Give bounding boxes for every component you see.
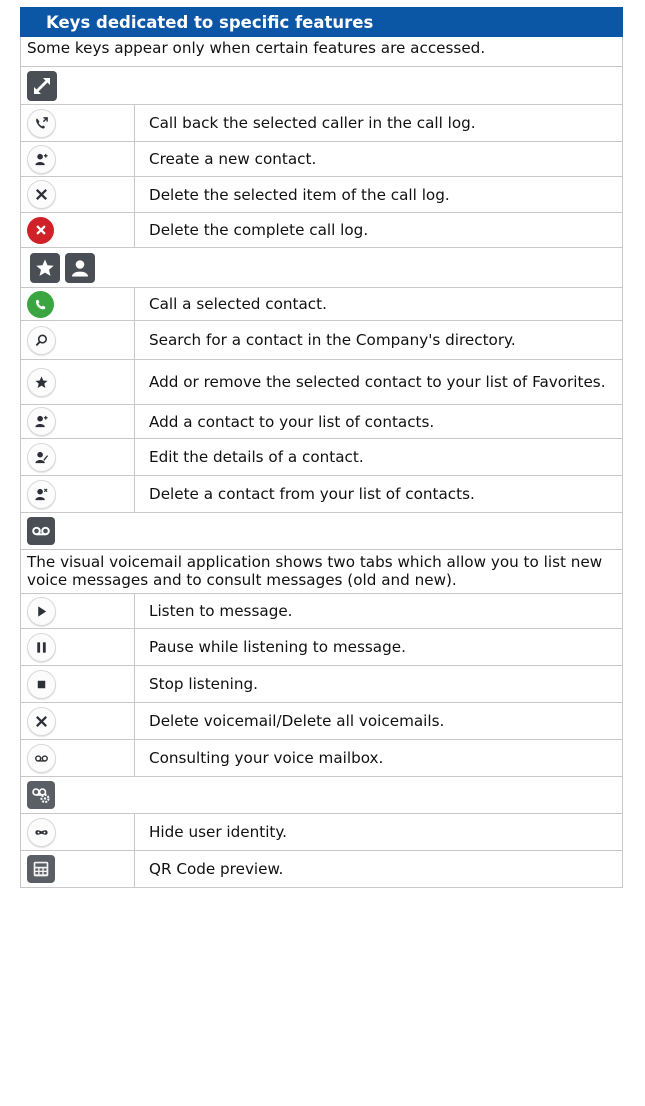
- row-text: Hide user identity.: [149, 823, 288, 841]
- icon-cell: [21, 321, 135, 359]
- delete-icon[interactable]: [27, 180, 56, 209]
- icon-cell: [21, 666, 135, 702]
- table-row: Create a new contact.: [20, 142, 623, 177]
- search-icon[interactable]: [27, 325, 56, 355]
- settings-section-row: [20, 777, 623, 814]
- table-row: Delete a contact from your list of conta…: [20, 476, 623, 513]
- icon-cell: [21, 360, 135, 404]
- pause-icon[interactable]: [27, 632, 56, 662]
- intro-text: Some keys appear only when certain featu…: [27, 39, 486, 57]
- table-header: Keys dedicated to specific features: [20, 7, 623, 37]
- calllog-section-row: [20, 67, 623, 105]
- icon-cell: [21, 814, 135, 850]
- add-contact-icon[interactable]: [27, 144, 56, 174]
- intro-row: Some keys appear only when certain featu…: [20, 37, 623, 67]
- features-table: Keys dedicated to specific features Some…: [20, 7, 623, 888]
- icon-cell: [21, 177, 135, 212]
- table-row: Call a selected contact.: [20, 288, 623, 321]
- table-row: QR Code preview.: [20, 851, 623, 888]
- icon-cell: [21, 851, 135, 887]
- icon-cell: [21, 629, 135, 665]
- add-contact-icon[interactable]: [27, 407, 56, 436]
- row-text: Delete a contact from your list of conta…: [149, 485, 475, 503]
- row-text: Delete the complete call log.: [149, 221, 369, 239]
- hide-identity-icon[interactable]: [27, 817, 56, 847]
- icon-cell: [21, 740, 135, 776]
- table-row: Delete the complete call log.: [20, 213, 623, 248]
- table-row: Add a contact to your list of contacts.: [20, 405, 623, 439]
- row-text: Add or remove the selected contact to yo…: [149, 373, 606, 391]
- icon-cell: [21, 703, 135, 739]
- table-row: Pause while listening to message.: [20, 629, 623, 666]
- icon-cell: [21, 213, 135, 247]
- row-text: Listen to message.: [149, 602, 293, 620]
- delete-icon[interactable]: [27, 706, 56, 736]
- row-text: Call a selected contact.: [149, 295, 327, 313]
- voicemail-section-row: [20, 513, 623, 550]
- row-text: Search for a contact in the Company's di…: [149, 331, 516, 349]
- row-text: Call back the selected caller in the cal…: [149, 114, 476, 132]
- table-row: Call back the selected caller in the cal…: [20, 105, 623, 142]
- table-row: Delete the selected item of the call log…: [20, 177, 623, 213]
- row-text: QR Code preview.: [149, 860, 284, 878]
- table-row: Delete voicemail/Delete all voicemails.: [20, 703, 623, 740]
- icon-cell: [21, 594, 135, 628]
- voicemail-description-row: The visual voicemail application shows t…: [20, 550, 623, 594]
- row-text: Delete the selected item of the call log…: [149, 185, 450, 204]
- row-text: Edit the details of a contact.: [149, 448, 364, 466]
- table-row: Search for a contact in the Company's di…: [20, 321, 623, 360]
- row-text: Pause while listening to message.: [149, 638, 406, 656]
- favorites-icon: [30, 252, 60, 283]
- row-text: Create a new contact.: [149, 150, 317, 168]
- page: Keys dedicated to specific features Some…: [0, 0, 645, 1106]
- contacts-icon: [65, 252, 95, 283]
- table-row: Add or remove the selected contact to yo…: [20, 360, 623, 405]
- voicemail-settings-icon: [27, 781, 55, 809]
- voicemail-icon[interactable]: [27, 743, 56, 773]
- row-text: Delete voicemail/Delete all voicemails.: [149, 712, 445, 730]
- table-row: Hide user identity.: [20, 814, 623, 851]
- call-back-icon[interactable]: [27, 108, 56, 138]
- stop-icon[interactable]: [27, 669, 56, 699]
- row-text: Stop listening.: [149, 675, 258, 693]
- icon-cell: [21, 476, 135, 512]
- voicemail-description: The visual voicemail application shows t…: [27, 553, 603, 589]
- table-row: Listen to message.: [20, 594, 623, 629]
- table-row: Edit the details of a contact.: [20, 439, 623, 476]
- row-text: Consulting your voice mailbox.: [149, 749, 384, 767]
- delete-all-icon[interactable]: [27, 216, 54, 244]
- qr-code-icon[interactable]: [27, 855, 55, 883]
- icon-cell: [21, 288, 135, 320]
- contacts-section-row: [20, 248, 623, 288]
- table-row: Consulting your voice mailbox.: [20, 740, 623, 777]
- delete-contact-icon[interactable]: [27, 479, 56, 509]
- favorite-star-icon[interactable]: [27, 367, 56, 397]
- row-text: Add a contact to your list of contacts.: [149, 412, 435, 431]
- icon-cell: [21, 405, 135, 438]
- play-icon[interactable]: [27, 596, 56, 626]
- call-log-icon: [27, 70, 57, 101]
- table-row: Stop listening.: [20, 666, 623, 703]
- icon-cell: [21, 105, 135, 141]
- edit-contact-icon[interactable]: [27, 442, 56, 472]
- voicemail-app-icon: [27, 517, 55, 545]
- icon-cell: [21, 142, 135, 176]
- call-icon[interactable]: [27, 290, 54, 318]
- icon-cell: [21, 439, 135, 475]
